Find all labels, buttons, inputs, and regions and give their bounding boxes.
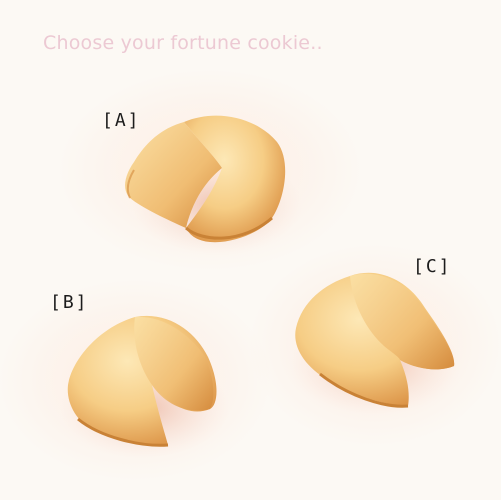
fortune-cookie-icon[interactable] [122, 110, 302, 255]
cookie-option-c[interactable]: [C] [250, 245, 500, 445]
option-label-b: [B] [50, 292, 89, 313]
cookie-option-a[interactable]: [A] [60, 70, 360, 270]
fortune-cookie-icon[interactable] [60, 313, 230, 458]
fortune-cookie-icon[interactable] [290, 270, 460, 415]
cookie-option-b[interactable]: [B] [0, 280, 270, 480]
prompt-heading: Choose your fortune cookie.. [43, 32, 323, 54]
